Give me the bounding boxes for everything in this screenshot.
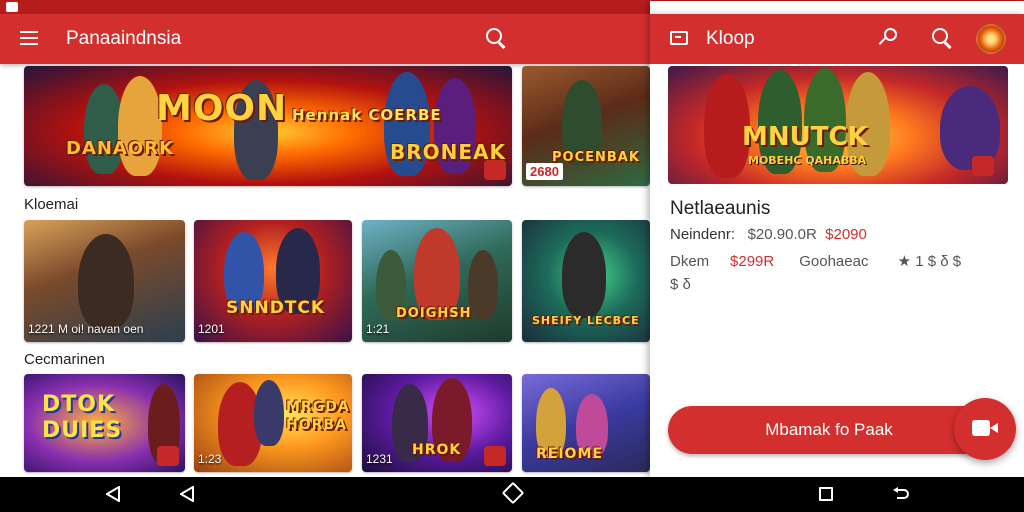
featured-card-2[interactable]: POCENBAK 2680 <box>522 66 650 186</box>
game-card-caption: 1231 <box>366 452 393 466</box>
game-card[interactable]: SHEIFY LECBCE <box>522 220 650 342</box>
camera-button[interactable] <box>954 398 1016 460</box>
game-card-logo: DTOK DUIES <box>42 392 123 443</box>
featured-banner[interactable]: MOON DANAORK Hennak COERBE BRONEAK <box>24 66 512 186</box>
game-card[interactable]: HROK 1231 <box>362 374 512 472</box>
detail-pane: Kloop MNUTCK MOBEHC QAHABBA Netlaeaunis … <box>650 14 1024 477</box>
price-label: Neindenr: <box>670 226 736 243</box>
price-old: $20.90.0R <box>747 226 817 243</box>
notification-icon <box>6 2 18 12</box>
game-card-logo: SNNDTCK <box>226 298 326 318</box>
game-card-logo: MRGDA HORBA <box>286 399 350 433</box>
game-card[interactable]: SNNDTCK 1201 <box>194 220 352 342</box>
info-genre: Goohaeac <box>799 253 869 270</box>
game-card-logo: REIOME <box>536 446 603 462</box>
game-card-caption: 1201 <box>198 322 225 336</box>
hero-logo-sub: MOBEHC QAHABBA <box>748 154 867 167</box>
game-card[interactable]: DOIGHSH 1:21 <box>362 220 512 342</box>
extra-row: $ δ <box>670 276 691 293</box>
game-card-logo: HROK <box>412 442 462 458</box>
info-label: Dkem <box>670 253 710 270</box>
price-new: $2090 <box>825 226 867 243</box>
game-card-badge <box>484 446 506 466</box>
game-card[interactable]: MRGDA HORBA 1:23 <box>194 374 352 472</box>
app-title: Panaaindnsia <box>66 28 182 49</box>
back-icon[interactable] <box>106 486 120 502</box>
status-bar <box>0 0 1024 464</box>
game-card[interactable]: 1221 M oi! navan oen <box>24 220 185 342</box>
detail-app-bar: Kloop <box>650 14 1024 64</box>
search-icon[interactable] <box>486 28 508 50</box>
section-title-2: Cecmarinen <box>24 351 105 368</box>
folder-icon[interactable] <box>670 31 688 45</box>
banner-logo: MOON <box>156 88 288 129</box>
game-card-caption: 1221 M oi! navan oen <box>28 322 144 336</box>
section-title-1: Kloemai <box>24 196 79 213</box>
pen-icon[interactable] <box>876 28 897 50</box>
price-row: Neindenr: $20.90.0R $2090 <box>670 226 867 243</box>
recents-icon[interactable] <box>819 487 833 501</box>
game-card-logo: DOIGHSH <box>396 306 472 321</box>
add-to-pack-button[interactable]: Mbamak fo Paak <box>668 406 990 454</box>
info-price: $299R <box>730 253 775 270</box>
left-pane: Panaaindnsia MOON DANAORK Hennak COERBE … <box>0 14 650 477</box>
hero-logo: MNUTCK <box>742 122 868 152</box>
game-card[interactable]: REIOME <box>522 374 650 472</box>
game-card-logo: SHEIFY LECBCE <box>532 314 640 327</box>
hero-badge <box>972 156 994 176</box>
detail-hero-image: MNUTCK MOBEHC QAHABBA <box>668 66 1008 184</box>
return-icon[interactable] <box>892 486 910 502</box>
game-card-caption: 1:23 <box>198 452 222 466</box>
app-bar: Panaaindnsia <box>0 14 650 64</box>
rating: ★ 1 $ δ $ <box>897 253 962 270</box>
game-card[interactable]: DTOK DUIES <box>24 374 185 472</box>
hamburger-icon[interactable] <box>20 31 38 45</box>
info-row: Dkem $299R Goohaeac ★ 1 $ δ $ <box>670 252 961 270</box>
navigation-bar <box>0 477 1024 512</box>
featured-card-2-price: 2680 <box>526 163 563 180</box>
game-card-badge <box>157 446 179 466</box>
banner-badge <box>484 160 506 180</box>
detail-title: Netlaeaunis <box>670 198 771 219</box>
featured-card-2-logo: POCENBAK <box>552 150 640 165</box>
banner-logo-secondary: DANAORK <box>66 138 174 159</box>
banner-logo-tagline: Hennak COERBE <box>292 106 442 124</box>
camera-icon <box>972 420 990 436</box>
back-icon-2[interactable] <box>180 486 194 502</box>
avatar[interactable] <box>976 24 1006 54</box>
search-icon[interactable] <box>932 28 954 50</box>
game-card-caption: 1:21 <box>366 322 390 336</box>
home-icon[interactable] <box>501 481 525 505</box>
detail-title-bar: Kloop <box>706 28 755 49</box>
